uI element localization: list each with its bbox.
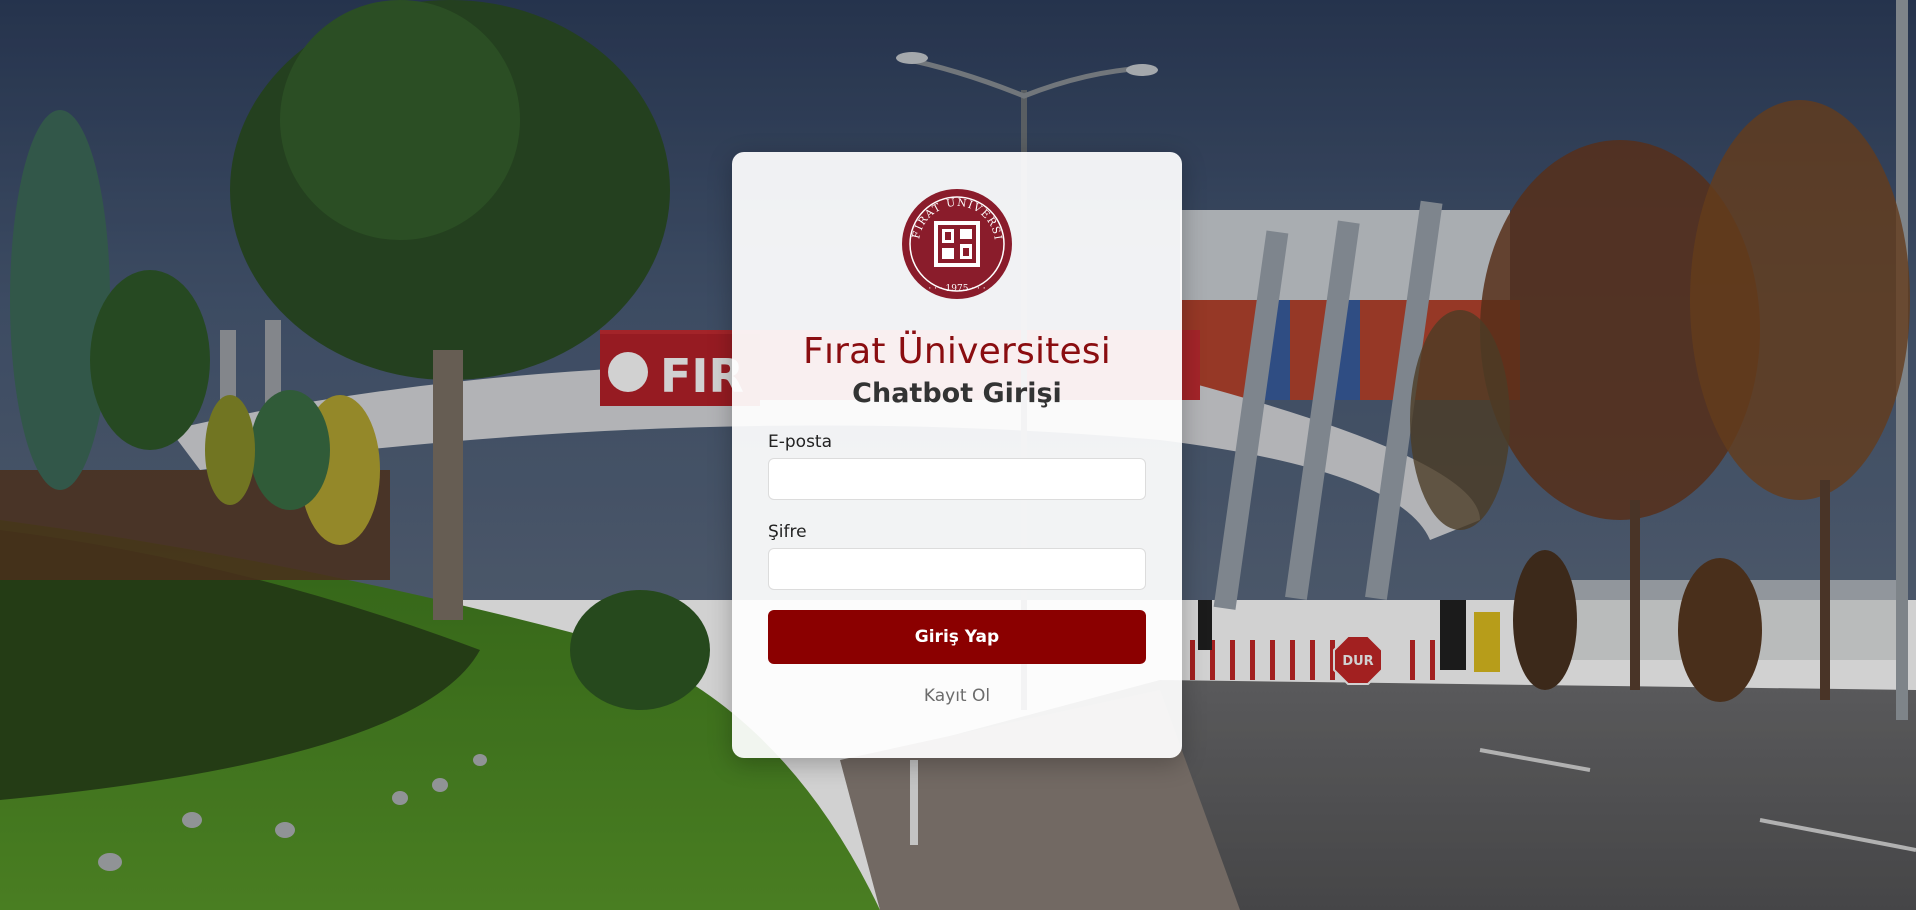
email-field-group: E-posta [768,432,1146,500]
university-logo: FIRAT UNIVERSITY · · · 1975 · · · [768,188,1146,300]
register-link[interactable]: Kayıt Ol [768,686,1146,706]
email-label: E-posta [768,432,833,452]
page-title: Fırat Üniversitesi [803,331,1111,372]
password-field[interactable] [768,548,1146,590]
email-field[interactable] [768,458,1146,500]
login-button[interactable]: Giriş Yap [768,610,1146,664]
password-field-group: Şifre [768,522,1146,590]
login-card: FIRAT UNIVERSITY · · · 1975 · · · Fırat … [732,152,1182,758]
seal-icon: FIRAT UNIVERSITY · · · 1975 · · · [901,188,1012,299]
seal-year-text: · · · 1975 · · · [928,284,985,294]
page-subtitle: Chatbot Girişi [852,378,1062,409]
password-label: Şifre [768,522,807,542]
